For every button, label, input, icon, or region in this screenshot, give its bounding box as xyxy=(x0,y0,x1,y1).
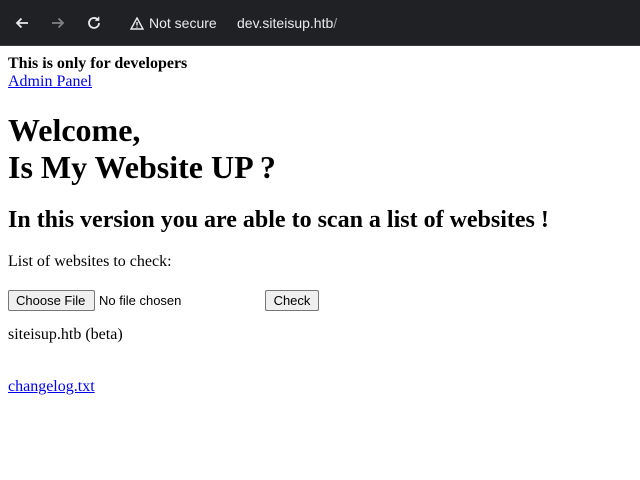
url-path: / xyxy=(333,15,338,31)
page-content: This is only for developers Admin Panel … xyxy=(8,46,632,396)
browser-toolbar: Not secure dev.siteisup.htb/ xyxy=(0,0,640,46)
url-text[interactable]: dev.siteisup.htb/ xyxy=(237,8,337,38)
reload-button[interactable] xyxy=(82,11,106,35)
address-bar[interactable]: Not secure dev.siteisup.htb/ xyxy=(120,8,632,38)
title-line-2: Is My Website UP ? xyxy=(8,149,276,185)
warning-triangle-icon xyxy=(130,16,144,30)
url-host: dev.siteisup.htb xyxy=(237,15,334,31)
back-arrow-icon xyxy=(15,17,28,29)
page-title: Welcome, Is My Website UP ? xyxy=(8,112,632,186)
upload-form: Choose File No file chosen Check xyxy=(8,290,632,312)
beta-label: siteisup.htb (beta) xyxy=(8,326,123,343)
back-button[interactable] xyxy=(10,11,34,35)
admin-panel-link[interactable]: Admin Panel xyxy=(8,73,632,91)
choose-file-button[interactable]: Choose File xyxy=(8,290,95,311)
security-indicator[interactable]: Not secure xyxy=(130,8,217,38)
check-button[interactable]: Check xyxy=(265,290,319,311)
security-label: Not secure xyxy=(149,15,217,31)
developer-note: This is only for developers xyxy=(8,55,188,72)
changelog-link[interactable]: changelog.txt xyxy=(8,378,632,396)
forward-arrow-icon xyxy=(52,17,65,29)
reload-icon xyxy=(88,16,100,29)
page-subtitle: In this version you are able to scan a l… xyxy=(8,207,549,233)
forward-button[interactable] xyxy=(46,11,70,35)
websites-list-label: List of websites to check: xyxy=(8,253,172,270)
title-line-1: Welcome, xyxy=(8,112,141,148)
file-status-text: No file chosen xyxy=(99,293,182,308)
